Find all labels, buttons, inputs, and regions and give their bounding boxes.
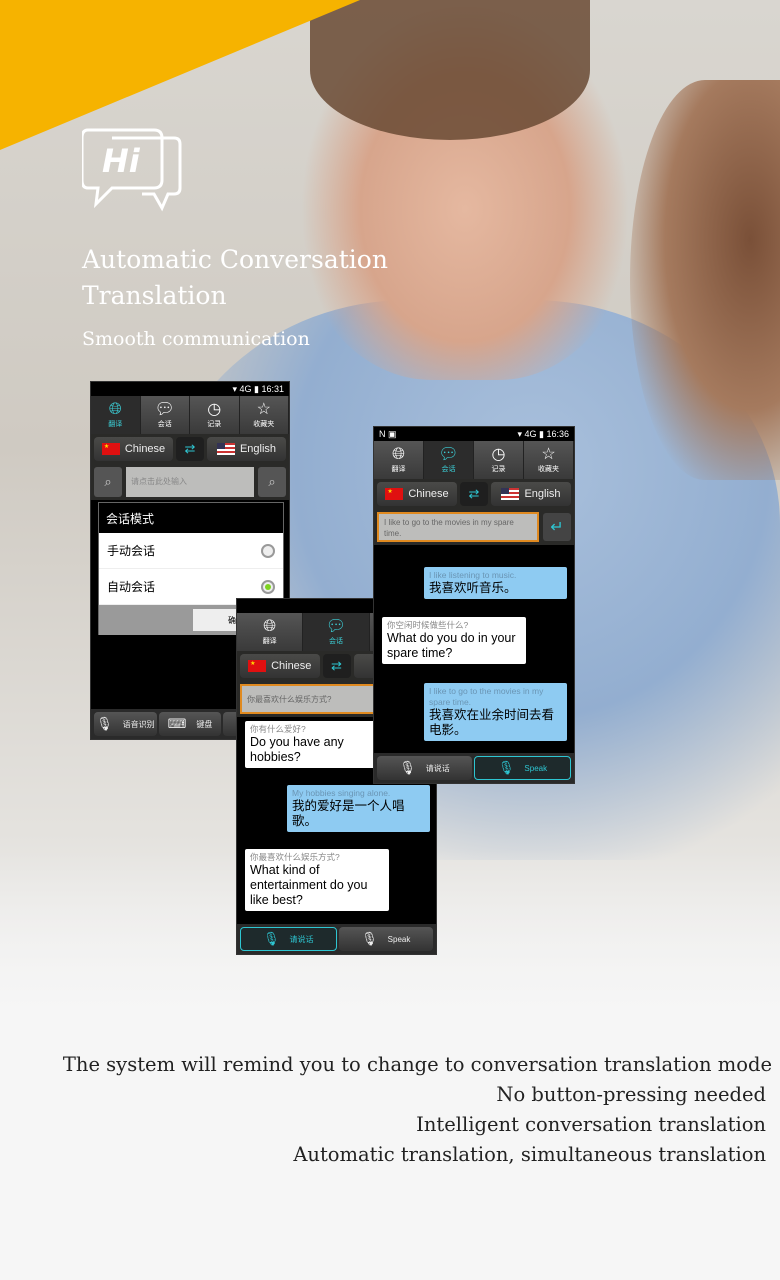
clock-icon: ◷ xyxy=(491,446,506,463)
svg-text:Hi: Hi xyxy=(102,142,141,180)
chat-bubble-left: 你空闲时候做些什么? What do you do in your spare t… xyxy=(382,617,526,664)
chat-bubble-right: I like to go to the movies in my spare t… xyxy=(424,683,567,741)
target-language-button[interactable]: English xyxy=(207,437,286,461)
swap-languages-button[interactable]: ⇄ xyxy=(322,654,351,678)
option-manual[interactable]: 手动会话 xyxy=(99,533,283,569)
chat-icon: 💬︎ xyxy=(154,401,175,418)
tab-translate[interactable]: 🌐︎ 翻译 xyxy=(91,396,141,434)
radio-button-selected[interactable] xyxy=(261,579,275,594)
chat-bubble-left: 你有什么爱好? Do you have any hobbies? xyxy=(245,721,375,768)
radio-button[interactable] xyxy=(261,543,275,558)
chat-bubble-right: I like listening to music. 我喜欢听音乐。 xyxy=(424,567,567,599)
keyboard-icon: ⌨ xyxy=(167,716,187,731)
swap-languages-button[interactable]: ⇄ xyxy=(176,437,204,461)
voice-button[interactable]: 🎙︎ 语音识别 xyxy=(94,712,157,736)
tab-favorites[interactable]: ☆ 收藏夹 xyxy=(239,396,289,434)
source-language-button[interactable]: Chinese xyxy=(94,437,173,461)
speak-english-button[interactable]: 🎙︎ Speak xyxy=(338,927,433,951)
dialog-title: 会话模式 xyxy=(99,503,283,533)
target-language-button[interactable]: English xyxy=(491,482,571,506)
tab-translate[interactable]: 🌐︎ 翻译 xyxy=(237,613,304,651)
conversation-input[interactable]: I like to go to the movies in my spare t… xyxy=(377,512,539,542)
mic-icon: 🎙︎ xyxy=(262,931,280,946)
star-icon: ☆ xyxy=(541,446,556,463)
notification-icons: N ▣ xyxy=(379,428,397,439)
chat-icon: 💬︎ xyxy=(325,618,347,635)
tab-favorites[interactable]: ☆ 收藏夹 xyxy=(524,441,574,479)
tab-history[interactable]: ◷记录 xyxy=(474,441,524,479)
speak-english-button[interactable]: 🎙︎ Speak xyxy=(474,756,571,780)
tab-translate[interactable]: 🌐︎ 翻译 xyxy=(374,441,424,479)
star-icon: ☆ xyxy=(256,401,271,418)
text-input[interactable]: 请点击此处输入 xyxy=(126,467,254,497)
tab-conversation[interactable]: 💬︎ 会话 xyxy=(140,396,190,434)
mic-icon: 🎙︎ xyxy=(361,931,378,946)
feature-line: Intelligent conversation translation xyxy=(416,1113,766,1136)
tab-conversation[interactable]: 💬︎ 会话 xyxy=(303,613,370,651)
mic-icon: 🎙︎ xyxy=(497,760,515,775)
speak-chinese-button[interactable]: 🎙︎ 请说话 xyxy=(377,756,472,780)
feature-list: The system will remind you to change to … xyxy=(63,1050,772,1170)
headline: Automatic Conversation Translation xyxy=(82,245,388,310)
hi-chat-bubble-icon: Hi xyxy=(82,128,182,212)
mic-icon: 🎙︎ xyxy=(96,716,113,731)
china-flag-icon xyxy=(385,488,404,500)
globe-icon: 🌐︎ xyxy=(263,618,277,635)
chat-bubble-left: 你最喜欢什么娱乐方式? What kind of entertainment do… xyxy=(245,849,389,911)
clock-icon: ◷ xyxy=(207,401,222,418)
source-language-button[interactable]: Chinese xyxy=(377,482,457,506)
source-language-button[interactable]: Chinese xyxy=(240,654,320,678)
phone-screen-conversation-2: N ▣ ▾ 4G ▮ 16:36 🌐︎翻译 💬︎会话 ◷记录 ☆收藏夹 Chine… xyxy=(373,426,575,784)
chat-icon: 💬︎ xyxy=(438,446,459,463)
status-bar: ▾ 4G ▮ 16:36 xyxy=(517,428,569,439)
swap-languages-button[interactable]: ⇄ xyxy=(460,482,488,506)
us-flag-icon xyxy=(216,443,235,455)
globe-icon: 🌐︎ xyxy=(392,446,405,463)
globe-icon: 🌐︎ xyxy=(108,401,122,418)
china-flag-icon xyxy=(101,443,120,455)
background-photo-woman xyxy=(630,80,780,480)
search-icon[interactable]: ⌕ xyxy=(258,467,286,497)
feature-line: The system will remind you to change to … xyxy=(62,1053,772,1076)
mic-icon: 🎙︎ xyxy=(399,760,416,775)
tab-conversation[interactable]: 💬︎ 会话 xyxy=(424,441,474,479)
status-bar: ▾ 4G ▮ 16:31 xyxy=(232,383,284,394)
china-flag-icon xyxy=(248,660,267,672)
speak-chinese-button[interactable]: 🎙︎ 请说话 xyxy=(240,927,337,951)
subheadline: Smooth communication xyxy=(82,328,310,350)
tab-history[interactable]: ◷记录 xyxy=(190,396,240,434)
search-icon[interactable]: ⌕ xyxy=(94,467,122,497)
chat-bubble-right: My hobbies singing alone. 我的爱好是一个人唱歌。 xyxy=(287,785,430,832)
enter-icon[interactable]: ↵ xyxy=(543,513,571,541)
feature-line: Automatic translation, simultaneous tran… xyxy=(293,1143,766,1166)
us-flag-icon xyxy=(501,488,520,500)
feature-line: No button-pressing needed xyxy=(496,1083,766,1106)
keyboard-button[interactable]: ⌨ 键盘 xyxy=(158,712,222,736)
